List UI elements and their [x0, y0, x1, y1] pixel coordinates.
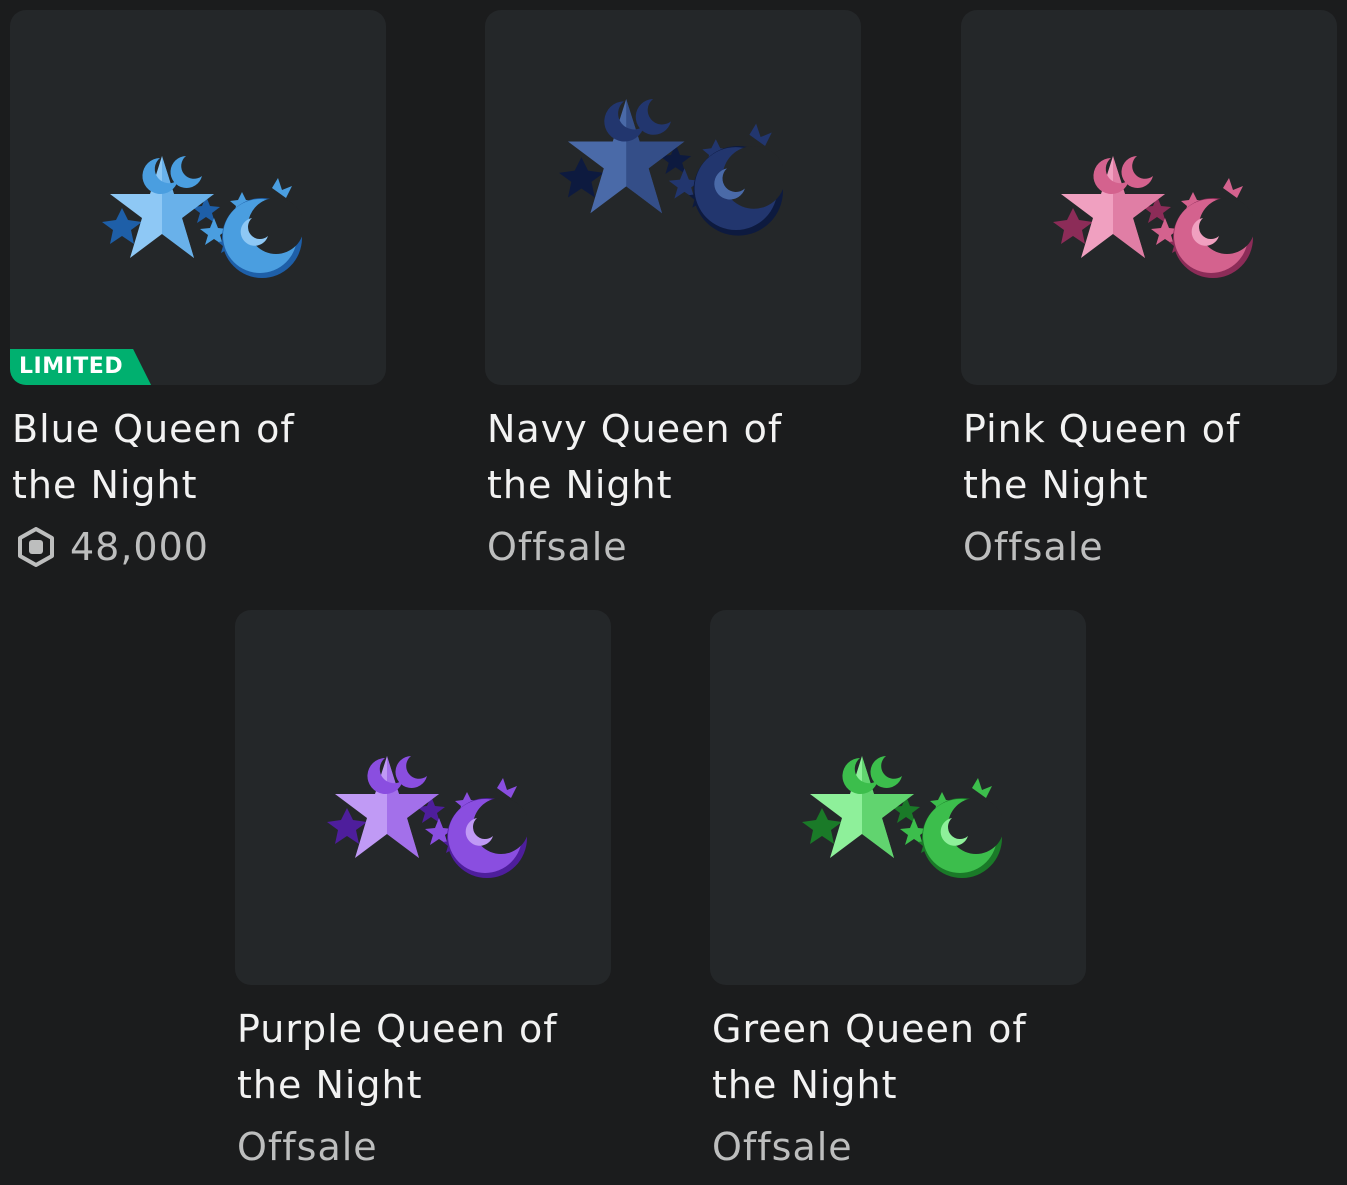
item-thumbnail[interactable]: #crown-0 { --l:#8ec8f5; --m:#4a9ee0; --d… — [10, 10, 386, 385]
item-card-navy[interactable]: #crown-1 { --l:#4a6aa8; --m:#22366e; --d… — [485, 10, 861, 575]
price-value: 48,000 — [70, 525, 209, 569]
item-name-line2: the Night — [237, 1063, 423, 1107]
item-name[interactable]: Purple Queen of the Night — [237, 1001, 611, 1113]
crown-accessory-image: #crown-4 { --l:#8ef09a; --m:#3cbe4c; --d… — [802, 756, 1002, 878]
item-thumbnail[interactable]: #crown-3 { --l:#c09af5; --m:#8a4ee0; --d… — [235, 610, 611, 985]
price-value: Offsale — [712, 1125, 853, 1169]
item-name-line2: the Night — [487, 463, 673, 507]
item-name-line2: the Night — [963, 463, 1149, 507]
crown-accessory-image: #crown-3 { --l:#c09af5; --m:#8a4ee0; --d… — [327, 756, 527, 878]
item-price: 48,000 — [12, 519, 386, 575]
item-card-purple[interactable]: #crown-3 { --l:#c09af5; --m:#8a4ee0; --d… — [235, 610, 611, 1175]
item-card-blue[interactable]: #crown-0 { --l:#8ec8f5; --m:#4a9ee0; --d… — [10, 10, 386, 575]
item-card-green[interactable]: #crown-4 { --l:#8ef09a; --m:#3cbe4c; --d… — [710, 610, 1086, 1175]
item-name-line2: the Night — [12, 463, 198, 507]
item-price: Offsale — [963, 519, 1337, 575]
item-thumbnail[interactable]: #crown-1 { --l:#4a6aa8; --m:#22366e; --d… — [485, 10, 861, 385]
item-name[interactable]: Navy Queen of the Night — [487, 401, 861, 513]
item-price: Offsale — [487, 519, 861, 575]
item-name[interactable]: Green Queen of the Night — [712, 1001, 1086, 1113]
limited-badge: LIMITED — [10, 349, 151, 385]
item-price: Offsale — [712, 1119, 1086, 1175]
item-name-line2: the Night — [712, 1063, 898, 1107]
item-thumbnail[interactable]: #crown-2 { --l:#f0a0c0; --m:#d4628e; --d… — [961, 10, 1337, 385]
item-name[interactable]: Pink Queen of the Night — [963, 401, 1337, 513]
robux-icon — [18, 527, 54, 567]
crown-accessory-image: #crown-0 { --l:#8ec8f5; --m:#4a9ee0; --d… — [102, 156, 302, 278]
price-value: Offsale — [963, 525, 1104, 569]
item-name-line1: Navy Queen of — [487, 407, 783, 451]
item-card-pink[interactable]: #crown-2 { --l:#f0a0c0; --m:#d4628e; --d… — [961, 10, 1337, 575]
item-thumbnail[interactable]: #crown-4 { --l:#8ef09a; --m:#3cbe4c; --d… — [710, 610, 1086, 985]
crown-accessory-image: #crown-1 { --l:#4a6aa8; --m:#22366e; --d… — [559, 98, 784, 236]
item-name-line1: Pink Queen of — [963, 407, 1241, 451]
item-name-line1: Green Queen of — [712, 1007, 1027, 1051]
item-price: Offsale — [237, 1119, 611, 1175]
item-name[interactable]: Blue Queen of the Night — [12, 401, 386, 513]
price-value: Offsale — [237, 1125, 378, 1169]
price-value: Offsale — [487, 525, 628, 569]
item-name-line1: Blue Queen of — [12, 407, 295, 451]
item-name-line1: Purple Queen of — [237, 1007, 558, 1051]
crown-accessory-image: #crown-2 { --l:#f0a0c0; --m:#d4628e; --d… — [1053, 156, 1253, 278]
